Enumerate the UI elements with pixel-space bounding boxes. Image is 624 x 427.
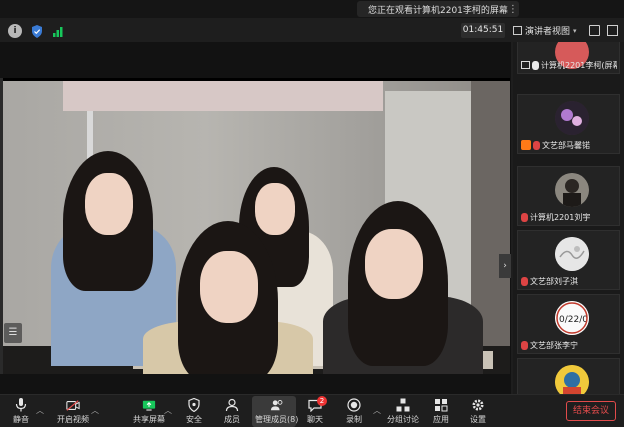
participant-thumbnail[interactable]: 文艺部马馨锘	[517, 94, 620, 154]
top-toolbar: i 01:45:51 演讲者视图 ▾	[0, 20, 624, 42]
fullscreen-icon[interactable]	[589, 25, 600, 36]
list-toggle-icon[interactable]: ☰	[4, 323, 22, 343]
gear-icon	[471, 398, 485, 412]
avatar	[555, 237, 589, 271]
mic-muted-icon	[521, 276, 528, 286]
participant-label: 文艺部张李宁	[521, 339, 617, 351]
chevron-up-icon[interactable]: ︿	[36, 405, 44, 416]
person-icon	[225, 398, 239, 412]
record-icon	[347, 398, 361, 412]
participant-label: 计算机2201刘宇	[521, 211, 617, 223]
viewing-share-indicator[interactable]: 您正在观看计算机2201李柯的屏幕 ⋮	[357, 1, 519, 17]
participant-name: 文艺部马馨锘	[542, 140, 590, 150]
main-stage: ☰ ›	[0, 42, 511, 394]
mic-icon	[532, 60, 539, 70]
orange-app-icon	[521, 140, 531, 150]
participant-name: 文艺部刘子淇	[530, 276, 578, 286]
participant-name: 文艺部张李宁	[530, 340, 578, 350]
security-button[interactable]: 安全	[186, 397, 202, 427]
breakout-button[interactable]: 分组讨论	[387, 397, 419, 427]
share-screen-icon	[142, 398, 156, 412]
apps-grid-icon	[434, 398, 448, 412]
avatar: 0/22/0	[555, 301, 589, 335]
mic-muted-icon	[521, 340, 528, 350]
members-button[interactable]: 成员	[224, 397, 240, 427]
viewing-share-text: 您正在观看计算机2201李柯的屏幕	[368, 5, 508, 16]
share-screen-button[interactable]: 共享屏幕	[133, 397, 165, 427]
avatar	[555, 365, 589, 394]
top-banner: 您正在观看计算机2201李柯的屏幕 ⋮	[0, 0, 624, 18]
breakout-rooms-icon	[396, 398, 410, 412]
video-button[interactable]: 开启视频	[57, 397, 89, 427]
people-icon	[270, 398, 284, 412]
chat-unread-badge: 2	[317, 396, 327, 406]
more-options-icon[interactable]: ⋮	[508, 4, 518, 15]
mute-label: 静音	[13, 415, 29, 424]
meeting-window: 您正在观看计算机2201李柯的屏幕 ⋮ i 01:45:51 演讲者视图 ▾ ☰…	[0, 0, 624, 427]
shield-icon[interactable]	[30, 24, 44, 38]
avatar	[555, 173, 589, 207]
shared-screen-video	[3, 78, 510, 374]
shield-icon	[187, 398, 201, 412]
signal-strength-icon[interactable]	[52, 24, 66, 38]
video-label: 开启视频	[57, 415, 89, 424]
settings-label: 设置	[470, 415, 486, 424]
participant-thumbnail[interactable]: 计算机2201李柯(屏幕…	[517, 42, 620, 74]
apps-button[interactable]: 应用	[433, 397, 449, 427]
chevron-up-icon[interactable]: ︿	[164, 405, 172, 416]
manage-members-label: 管理成员(8)	[255, 415, 299, 424]
participant-thumbnail[interactable]: 文艺部刘子淇	[517, 230, 620, 290]
speaker-view-button[interactable]: 演讲者视图 ▾	[513, 23, 579, 38]
participant-label: 计算机2201李柯(屏幕…	[521, 59, 617, 71]
end-meeting-button[interactable]: 结束会议	[566, 401, 616, 421]
speaker-view-label: 演讲者视图	[525, 27, 571, 37]
participant-name: 计算机2201李柯(屏幕…	[541, 60, 617, 70]
mic-muted-icon	[521, 212, 528, 222]
bottom-toolbar: 静音 ︿ 开启视频 ︿ 共享屏幕 ︿ 安全 成员 管理成员(8) 聊天 2 录制…	[0, 394, 624, 427]
collapse-panel-icon[interactable]: ›	[499, 254, 511, 278]
grid-view-icon	[513, 26, 522, 35]
mic-muted-icon	[533, 140, 540, 150]
share-screen-icon	[521, 61, 530, 69]
record-label: 录制	[346, 415, 362, 424]
participant-label: 文艺部刘子淇	[521, 275, 617, 287]
manage-members-button[interactable]: 管理成员(8)	[255, 397, 298, 427]
mute-button[interactable]: 静音	[13, 397, 29, 427]
participant-thumbnail[interactable]	[517, 358, 620, 394]
security-label: 安全	[186, 415, 202, 424]
participant-thumbnail[interactable]: 0/22/0 文艺部张李宁	[517, 294, 620, 354]
participant-panel: 计算机2201李柯(屏幕… 文艺部马馨锘 计算机2201刘宇	[513, 42, 624, 394]
record-button[interactable]: 录制	[346, 397, 362, 427]
chevron-up-icon[interactable]: ︿	[91, 405, 99, 416]
chevron-down-icon: ▾	[573, 26, 577, 35]
chat-label: 聊天	[307, 415, 323, 424]
share-screen-label: 共享屏幕	[133, 415, 165, 424]
chevron-up-icon[interactable]: ︿	[373, 405, 381, 416]
window-mode-icon[interactable]	[607, 25, 618, 36]
participant-label: 文艺部马馨锘	[521, 139, 617, 151]
participant-thumbnail[interactable]: 计算机2201刘宇	[517, 166, 620, 226]
settings-button[interactable]: 设置	[470, 397, 486, 427]
avatar	[555, 101, 589, 135]
meeting-timer: 01:45:51	[461, 23, 505, 38]
apps-label: 应用	[433, 415, 449, 424]
info-icon[interactable]: i	[8, 24, 22, 38]
members-label: 成员	[224, 415, 240, 424]
svg-text:0/22/0: 0/22/0	[559, 315, 588, 325]
participant-name: 计算机2201刘宇	[530, 212, 591, 222]
breakout-label: 分组讨论	[387, 415, 419, 424]
camera-off-icon	[66, 398, 80, 412]
microphone-icon	[14, 398, 28, 412]
